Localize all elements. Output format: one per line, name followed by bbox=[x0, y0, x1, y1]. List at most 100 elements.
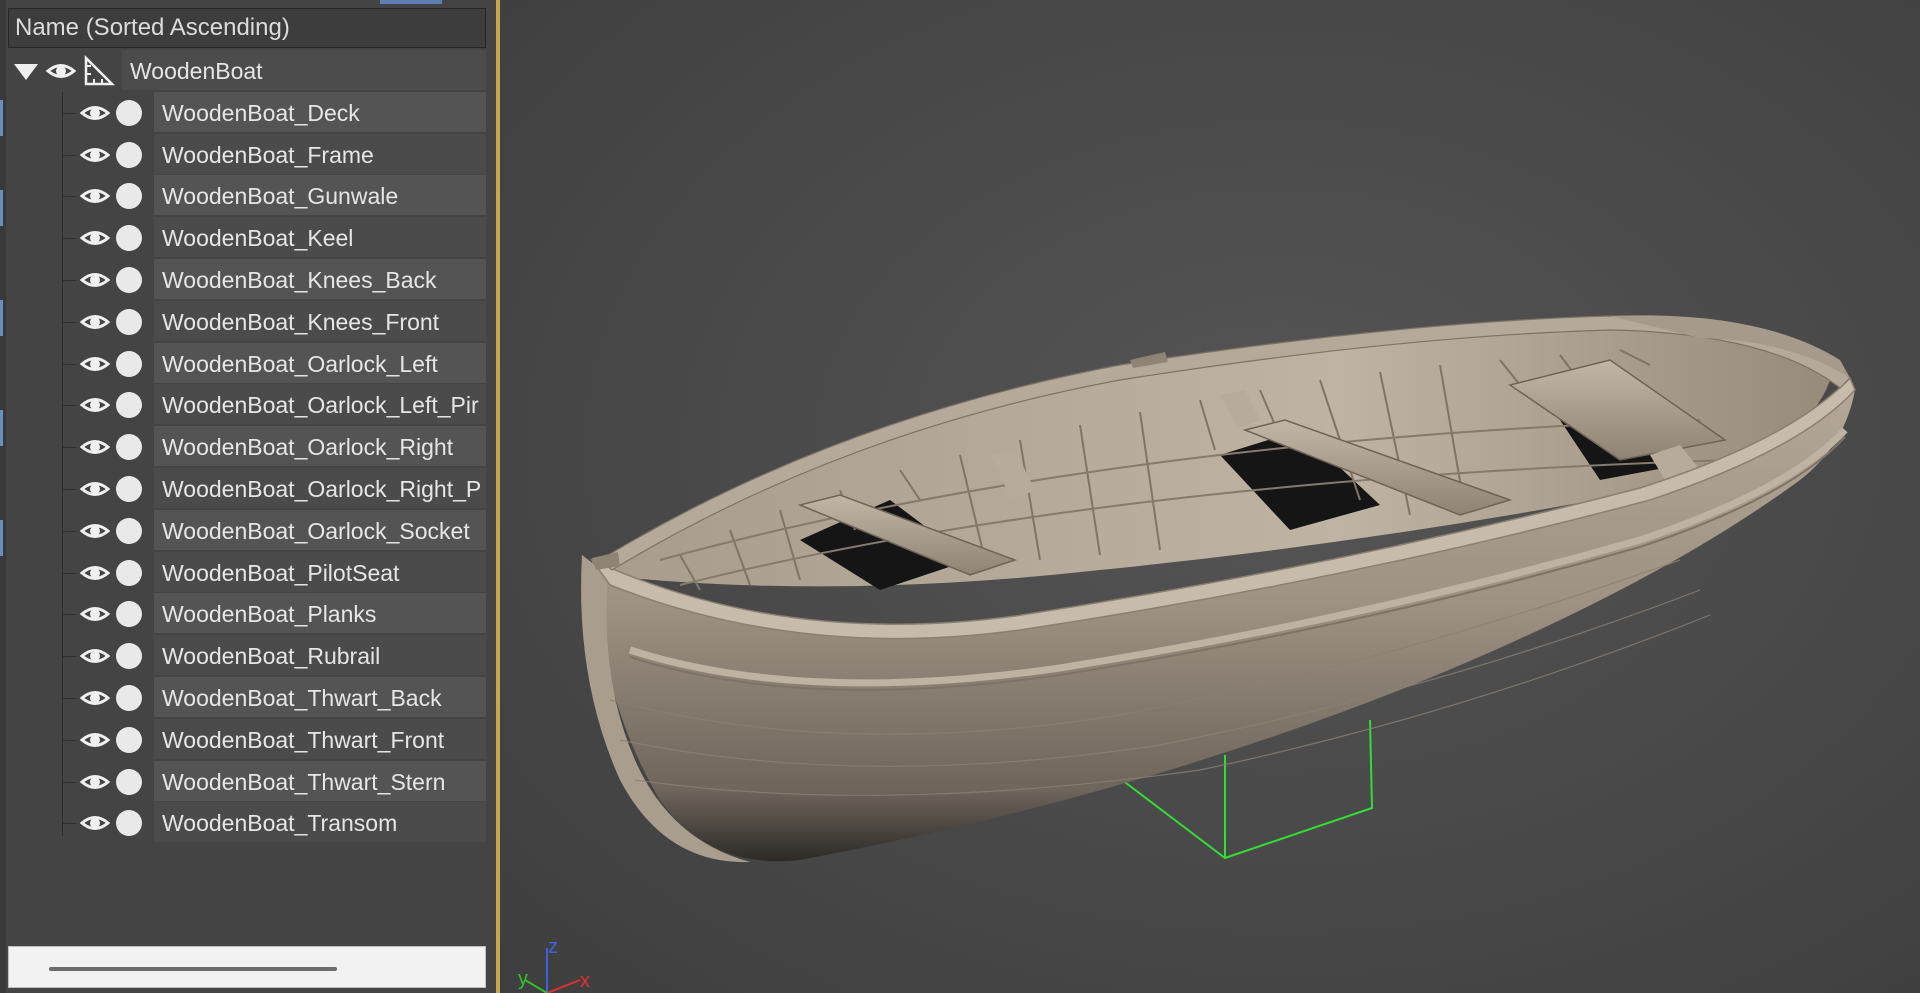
axis-label-y: y bbox=[518, 968, 528, 990]
strip-marker bbox=[0, 410, 3, 446]
eye-icon[interactable] bbox=[79, 265, 111, 295]
eye-icon[interactable] bbox=[79, 474, 111, 504]
eye-icon[interactable] bbox=[79, 307, 111, 337]
eye-icon[interactable] bbox=[79, 349, 111, 379]
tree-row[interactable]: WoodenBoat_Rubrail bbox=[8, 635, 486, 675]
explorer-footer bbox=[8, 946, 486, 988]
object-dot-icon[interactable] bbox=[116, 309, 142, 335]
object-dot-icon[interactable] bbox=[116, 810, 142, 836]
eye-icon[interactable] bbox=[79, 683, 111, 713]
object-dot-icon[interactable] bbox=[116, 518, 142, 544]
tree-branch-line bbox=[62, 113, 76, 114]
tree-row[interactable]: WoodenBoat_Oarlock_Socket bbox=[8, 510, 486, 550]
tree-branch-line bbox=[62, 573, 76, 574]
tree-row[interactable]: WoodenBoat_Gunwale bbox=[8, 175, 486, 215]
tree-item-label: WoodenBoat_Thwart_Stern bbox=[154, 761, 486, 801]
tree-item-label: WoodenBoat_Oarlock_Socket bbox=[154, 510, 486, 550]
eye-icon[interactable] bbox=[45, 56, 77, 86]
tree-branch-line bbox=[62, 698, 76, 699]
tree-row[interactable]: WoodenBoat_Thwart_Back bbox=[8, 677, 486, 717]
eye-icon[interactable] bbox=[79, 98, 111, 128]
left-toolbar-strip bbox=[0, 0, 6, 993]
column-header-label: Name (Sorted Ascending) bbox=[15, 14, 290, 41]
eye-icon[interactable] bbox=[79, 767, 111, 797]
tree-branch-line bbox=[62, 238, 76, 239]
tree-row[interactable]: WoodenBoat_Oarlock_Right bbox=[8, 426, 486, 466]
tree-branch-line bbox=[62, 489, 76, 490]
object-dot-icon[interactable] bbox=[116, 434, 142, 460]
tree-item-label: WoodenBoat_Oarlock_Right bbox=[154, 426, 486, 466]
tree-row[interactable]: WoodenBoat_Oarlock_Right_P bbox=[8, 468, 486, 508]
eye-icon[interactable] bbox=[79, 808, 111, 838]
eye-icon[interactable] bbox=[79, 432, 111, 462]
perspective-viewport[interactable]: z y x bbox=[500, 0, 1920, 993]
object-dot-icon[interactable] bbox=[116, 100, 142, 126]
tree-branch-line bbox=[62, 531, 76, 532]
tree-branch-line bbox=[62, 155, 76, 156]
eye-icon[interactable] bbox=[79, 181, 111, 211]
tree-item-label: WoodenBoat_Deck bbox=[154, 92, 486, 132]
tree-row[interactable]: WoodenBoat_Oarlock_Left_Pir bbox=[8, 384, 486, 424]
strip-marker bbox=[0, 520, 3, 556]
expand-triangle-icon[interactable] bbox=[14, 64, 38, 80]
object-dot-icon[interactable] bbox=[116, 685, 142, 711]
tree-row[interactable]: WoodenBoat_Keel bbox=[8, 217, 486, 257]
tree-row-root[interactable]: WoodenBoat bbox=[8, 50, 486, 90]
tree-item-label: WoodenBoat_Transom bbox=[154, 802, 486, 842]
object-dot-icon[interactable] bbox=[116, 476, 142, 502]
axis-label-x: x bbox=[580, 970, 590, 992]
scene-explorer-panel: Name (Sorted Ascending) WoodenBoat Wooden… bbox=[0, 0, 498, 993]
tree-branch-line bbox=[62, 823, 76, 824]
tree-row[interactable]: WoodenBoat_Thwart_Stern bbox=[8, 761, 486, 801]
object-dot-icon[interactable] bbox=[116, 267, 142, 293]
tree-item-label: WoodenBoat bbox=[122, 50, 486, 90]
object-dot-icon[interactable] bbox=[116, 769, 142, 795]
tree-item-label: WoodenBoat_Oarlock_Left bbox=[154, 343, 486, 383]
tree-row[interactable]: WoodenBoat_Knees_Back bbox=[8, 259, 486, 299]
object-dot-icon[interactable] bbox=[116, 225, 142, 251]
eye-icon[interactable] bbox=[79, 558, 111, 588]
tree-row[interactable]: WoodenBoat_Transom bbox=[8, 802, 486, 842]
object-dot-icon[interactable] bbox=[116, 727, 142, 753]
tree-branch-line bbox=[62, 447, 76, 448]
eye-icon[interactable] bbox=[79, 223, 111, 253]
tree-row[interactable]: WoodenBoat_Knees_Front bbox=[8, 301, 486, 341]
tree-row[interactable]: WoodenBoat_Oarlock_Left bbox=[8, 343, 486, 383]
object-dot-icon[interactable] bbox=[116, 601, 142, 627]
tree-row[interactable]: WoodenBoat_Planks bbox=[8, 593, 486, 633]
eye-icon[interactable] bbox=[79, 516, 111, 546]
eye-icon[interactable] bbox=[79, 140, 111, 170]
tree-item-label: WoodenBoat_Planks bbox=[154, 593, 486, 633]
strip-marker bbox=[0, 190, 3, 226]
tree-branch-line bbox=[62, 740, 76, 741]
name-column-header[interactable]: Name (Sorted Ascending) bbox=[8, 8, 486, 48]
eye-icon[interactable] bbox=[79, 725, 111, 755]
tree-branch-line bbox=[62, 656, 76, 657]
tree-row[interactable]: WoodenBoat_Thwart_Front bbox=[8, 719, 486, 759]
tree-item-label: WoodenBoat_Oarlock_Left_Pir bbox=[154, 384, 486, 424]
object-dot-icon[interactable] bbox=[116, 183, 142, 209]
tree-item-label: WoodenBoat_Keel bbox=[154, 217, 486, 257]
tree-row[interactable]: WoodenBoat_PilotSeat bbox=[8, 552, 486, 592]
eye-icon[interactable] bbox=[79, 390, 111, 420]
eye-icon[interactable] bbox=[79, 641, 111, 671]
tree-item-label: WoodenBoat_Thwart_Front bbox=[154, 719, 486, 759]
tree-branch-line bbox=[62, 280, 76, 281]
object-dot-icon[interactable] bbox=[116, 560, 142, 586]
axis-label-z: z bbox=[548, 936, 558, 958]
tree-item-label: WoodenBoat_Thwart_Back bbox=[154, 677, 486, 717]
tree-item-label: WoodenBoat_Oarlock_Right_P bbox=[154, 468, 486, 508]
tree-row[interactable]: WoodenBoat_Frame bbox=[8, 134, 486, 174]
strip-marker bbox=[0, 300, 3, 336]
eye-icon[interactable] bbox=[79, 599, 111, 629]
tree-branch-line bbox=[62, 364, 76, 365]
tree-item-label: WoodenBoat_Frame bbox=[154, 134, 486, 174]
object-dot-icon[interactable] bbox=[116, 351, 142, 377]
tree-branch-line bbox=[62, 322, 76, 323]
object-dot-icon[interactable] bbox=[116, 392, 142, 418]
tree-item-label: WoodenBoat_Gunwale bbox=[154, 175, 486, 215]
object-dot-icon[interactable] bbox=[116, 142, 142, 168]
horizontal-scrollbar[interactable] bbox=[49, 967, 337, 971]
tree-row[interactable]: WoodenBoat_Deck bbox=[8, 92, 486, 132]
object-dot-icon[interactable] bbox=[116, 643, 142, 669]
